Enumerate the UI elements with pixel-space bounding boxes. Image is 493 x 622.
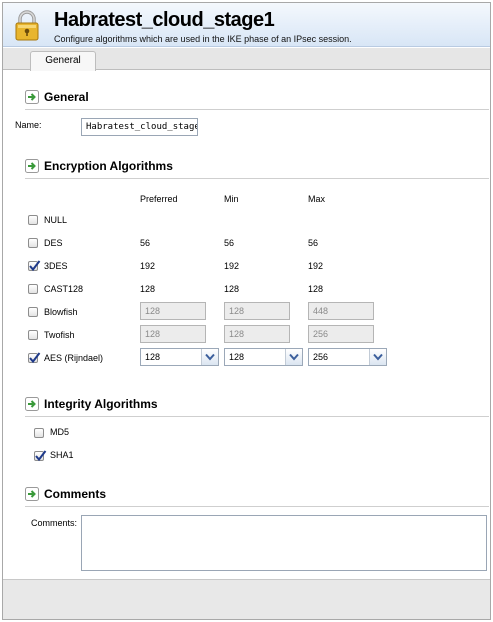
section-encryption-header: Encryption Algorithms (25, 158, 173, 176)
key-length-select[interactable]: 256 (308, 348, 387, 366)
green-arrow-icon (25, 486, 39, 501)
section-general-title: General (44, 89, 89, 104)
comments-label: Comments: (31, 518, 78, 528)
tab-general[interactable]: General (30, 51, 96, 71)
green-arrow-icon (25, 158, 39, 173)
algorithm-label: DES (44, 238, 63, 248)
checkbox[interactable] (28, 238, 38, 248)
checkbox[interactable] (28, 330, 38, 340)
section-general-header: General (25, 89, 89, 107)
divider (25, 416, 489, 417)
checkbox[interactable] (34, 450, 47, 462)
section-integrity-header: Integrity Algorithms (25, 396, 158, 414)
divider (25, 178, 489, 179)
check-mark-icon (29, 260, 41, 272)
dialog-frame: Habratest_cloud_stage1 Configure algorit… (2, 2, 491, 620)
key-length-max-field: 256 (308, 325, 374, 343)
key-length-min: 56 (224, 238, 235, 248)
key-length-min: 128 (224, 284, 240, 294)
name-label: Name: (15, 120, 42, 130)
chevron-down-icon[interactable] (201, 349, 218, 365)
comments-textarea[interactable] (81, 515, 487, 571)
green-arrow-icon (25, 396, 39, 411)
chevron-down-icon[interactable] (369, 349, 386, 365)
checkbox[interactable] (28, 215, 38, 225)
section-comments-header: Comments (25, 486, 106, 504)
check-mark-icon (35, 450, 47, 462)
page-subtitle: Configure algorithms which are used in t… (54, 34, 352, 44)
page-title: Habratest_cloud_stage1 (54, 9, 275, 31)
key-length-preferred-field: 128 (140, 302, 206, 320)
select-value: 128 (229, 352, 245, 362)
window-header: Habratest_cloud_stage1 Configure algorit… (3, 3, 490, 47)
key-length-select[interactable]: 128 (224, 348, 303, 366)
checkbox[interactable] (28, 284, 38, 294)
algorithm-label: MD5 (50, 427, 70, 437)
divider (25, 506, 489, 507)
select-value: 256 (313, 352, 329, 362)
key-length-preferred-field: 128 (140, 325, 206, 343)
chevron-down-icon[interactable] (285, 349, 302, 365)
key-length-preferred: 128 (140, 284, 156, 294)
checkbox[interactable] (28, 352, 41, 364)
checkbox[interactable] (28, 307, 38, 317)
column-preferred: Preferred (140, 194, 178, 204)
key-length-max-field: 448 (308, 302, 374, 320)
algorithm-label: AES (Rijndael) (44, 353, 104, 363)
algorithm-label: 3DES (44, 261, 68, 271)
name-field[interactable]: Habratest_cloud_stage1 (81, 118, 198, 136)
column-min: Min (224, 194, 239, 204)
key-length-preferred: 192 (140, 261, 156, 271)
section-comments-title: Comments (44, 486, 107, 501)
tab-bar: General (3, 48, 490, 71)
algorithm-label: Twofish (44, 330, 75, 340)
column-max: Max (308, 194, 326, 204)
algorithm-label: NULL (44, 215, 68, 225)
key-length-max: 128 (308, 284, 324, 294)
algorithm-label: SHA1 (50, 450, 74, 460)
key-length-min-field: 128 (224, 302, 290, 320)
green-arrow-icon (25, 89, 39, 104)
algorithm-label: Blowfish (44, 307, 78, 317)
key-length-min-field: 128 (224, 325, 290, 343)
select-value: 128 (145, 352, 161, 362)
key-length-max: 56 (308, 238, 319, 248)
check-mark-icon (29, 352, 41, 364)
checkbox[interactable] (34, 428, 44, 438)
key-length-max: 192 (308, 261, 324, 271)
footer-bar (3, 579, 490, 619)
divider (25, 109, 489, 110)
section-integrity-title: Integrity Algorithms (44, 396, 158, 411)
key-length-preferred: 56 (140, 238, 151, 248)
section-encryption-title: Encryption Algorithms (44, 158, 173, 173)
key-length-select[interactable]: 128 (140, 348, 219, 366)
algorithm-label: CAST128 (44, 284, 84, 294)
key-length-min: 192 (224, 261, 240, 271)
lock-icon (15, 10, 39, 41)
checkbox[interactable] (28, 260, 41, 272)
